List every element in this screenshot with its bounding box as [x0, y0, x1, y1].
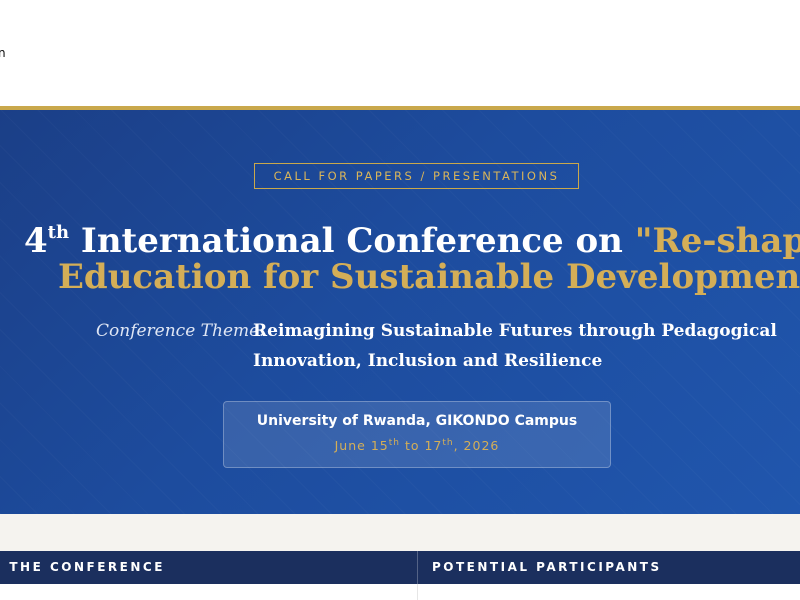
- tab-divider: [417, 551, 418, 584]
- conference-title-line2: Education for Sustainable Development": [58, 257, 800, 297]
- venue-name: University of Rwanda, GIKONDO Campus: [256, 413, 578, 429]
- content-area-top: [0, 584, 800, 600]
- theme-text-line1: Reimagining Sustainable Futures through …: [253, 321, 777, 341]
- venue-date: June 15th to 17th, 2026: [224, 438, 610, 453]
- column-divider: [417, 584, 418, 600]
- hero-banner: CALL FOR PAPERS / PRESENTATIONS 4th Inte…: [0, 110, 800, 514]
- date-suffix: , 2026: [453, 438, 500, 453]
- title-ordinal-suffix: th: [47, 222, 70, 243]
- site-header: n: [0, 0, 800, 106]
- date-sup-end: th: [442, 438, 454, 448]
- date-prefix: June 15: [334, 438, 389, 453]
- title-ordinal-number: 4: [24, 221, 48, 261]
- date-middle: to 17: [399, 438, 443, 453]
- date-sup-start: th: [388, 438, 400, 448]
- section-spacer-band: [0, 514, 800, 551]
- conference-title-line1: 4th International Conference on "Re-shap…: [24, 213, 800, 261]
- call-for-papers-badge[interactable]: CALL FOR PAPERS / PRESENTATIONS: [254, 163, 579, 189]
- section-tab-bar: F THE CONFERENCE POTENTIAL PARTICIPANTS: [0, 551, 800, 584]
- venue-card: University of Rwanda, GIKONDO Campus Jun…: [223, 401, 611, 468]
- theme-label: Conference Theme:: [96, 321, 265, 341]
- tab-about-the-conference[interactable]: F THE CONFERENCE: [0, 551, 165, 584]
- site-name-fragment[interactable]: n: [0, 46, 6, 60]
- tab-potential-participants[interactable]: POTENTIAL PARTICIPANTS: [432, 551, 662, 584]
- theme-text-line2: Innovation, Inclusion and Resilience: [253, 351, 603, 371]
- title-line1-gold: "Re-shaping: [634, 221, 800, 261]
- title-line1-white: International Conference on: [80, 221, 623, 261]
